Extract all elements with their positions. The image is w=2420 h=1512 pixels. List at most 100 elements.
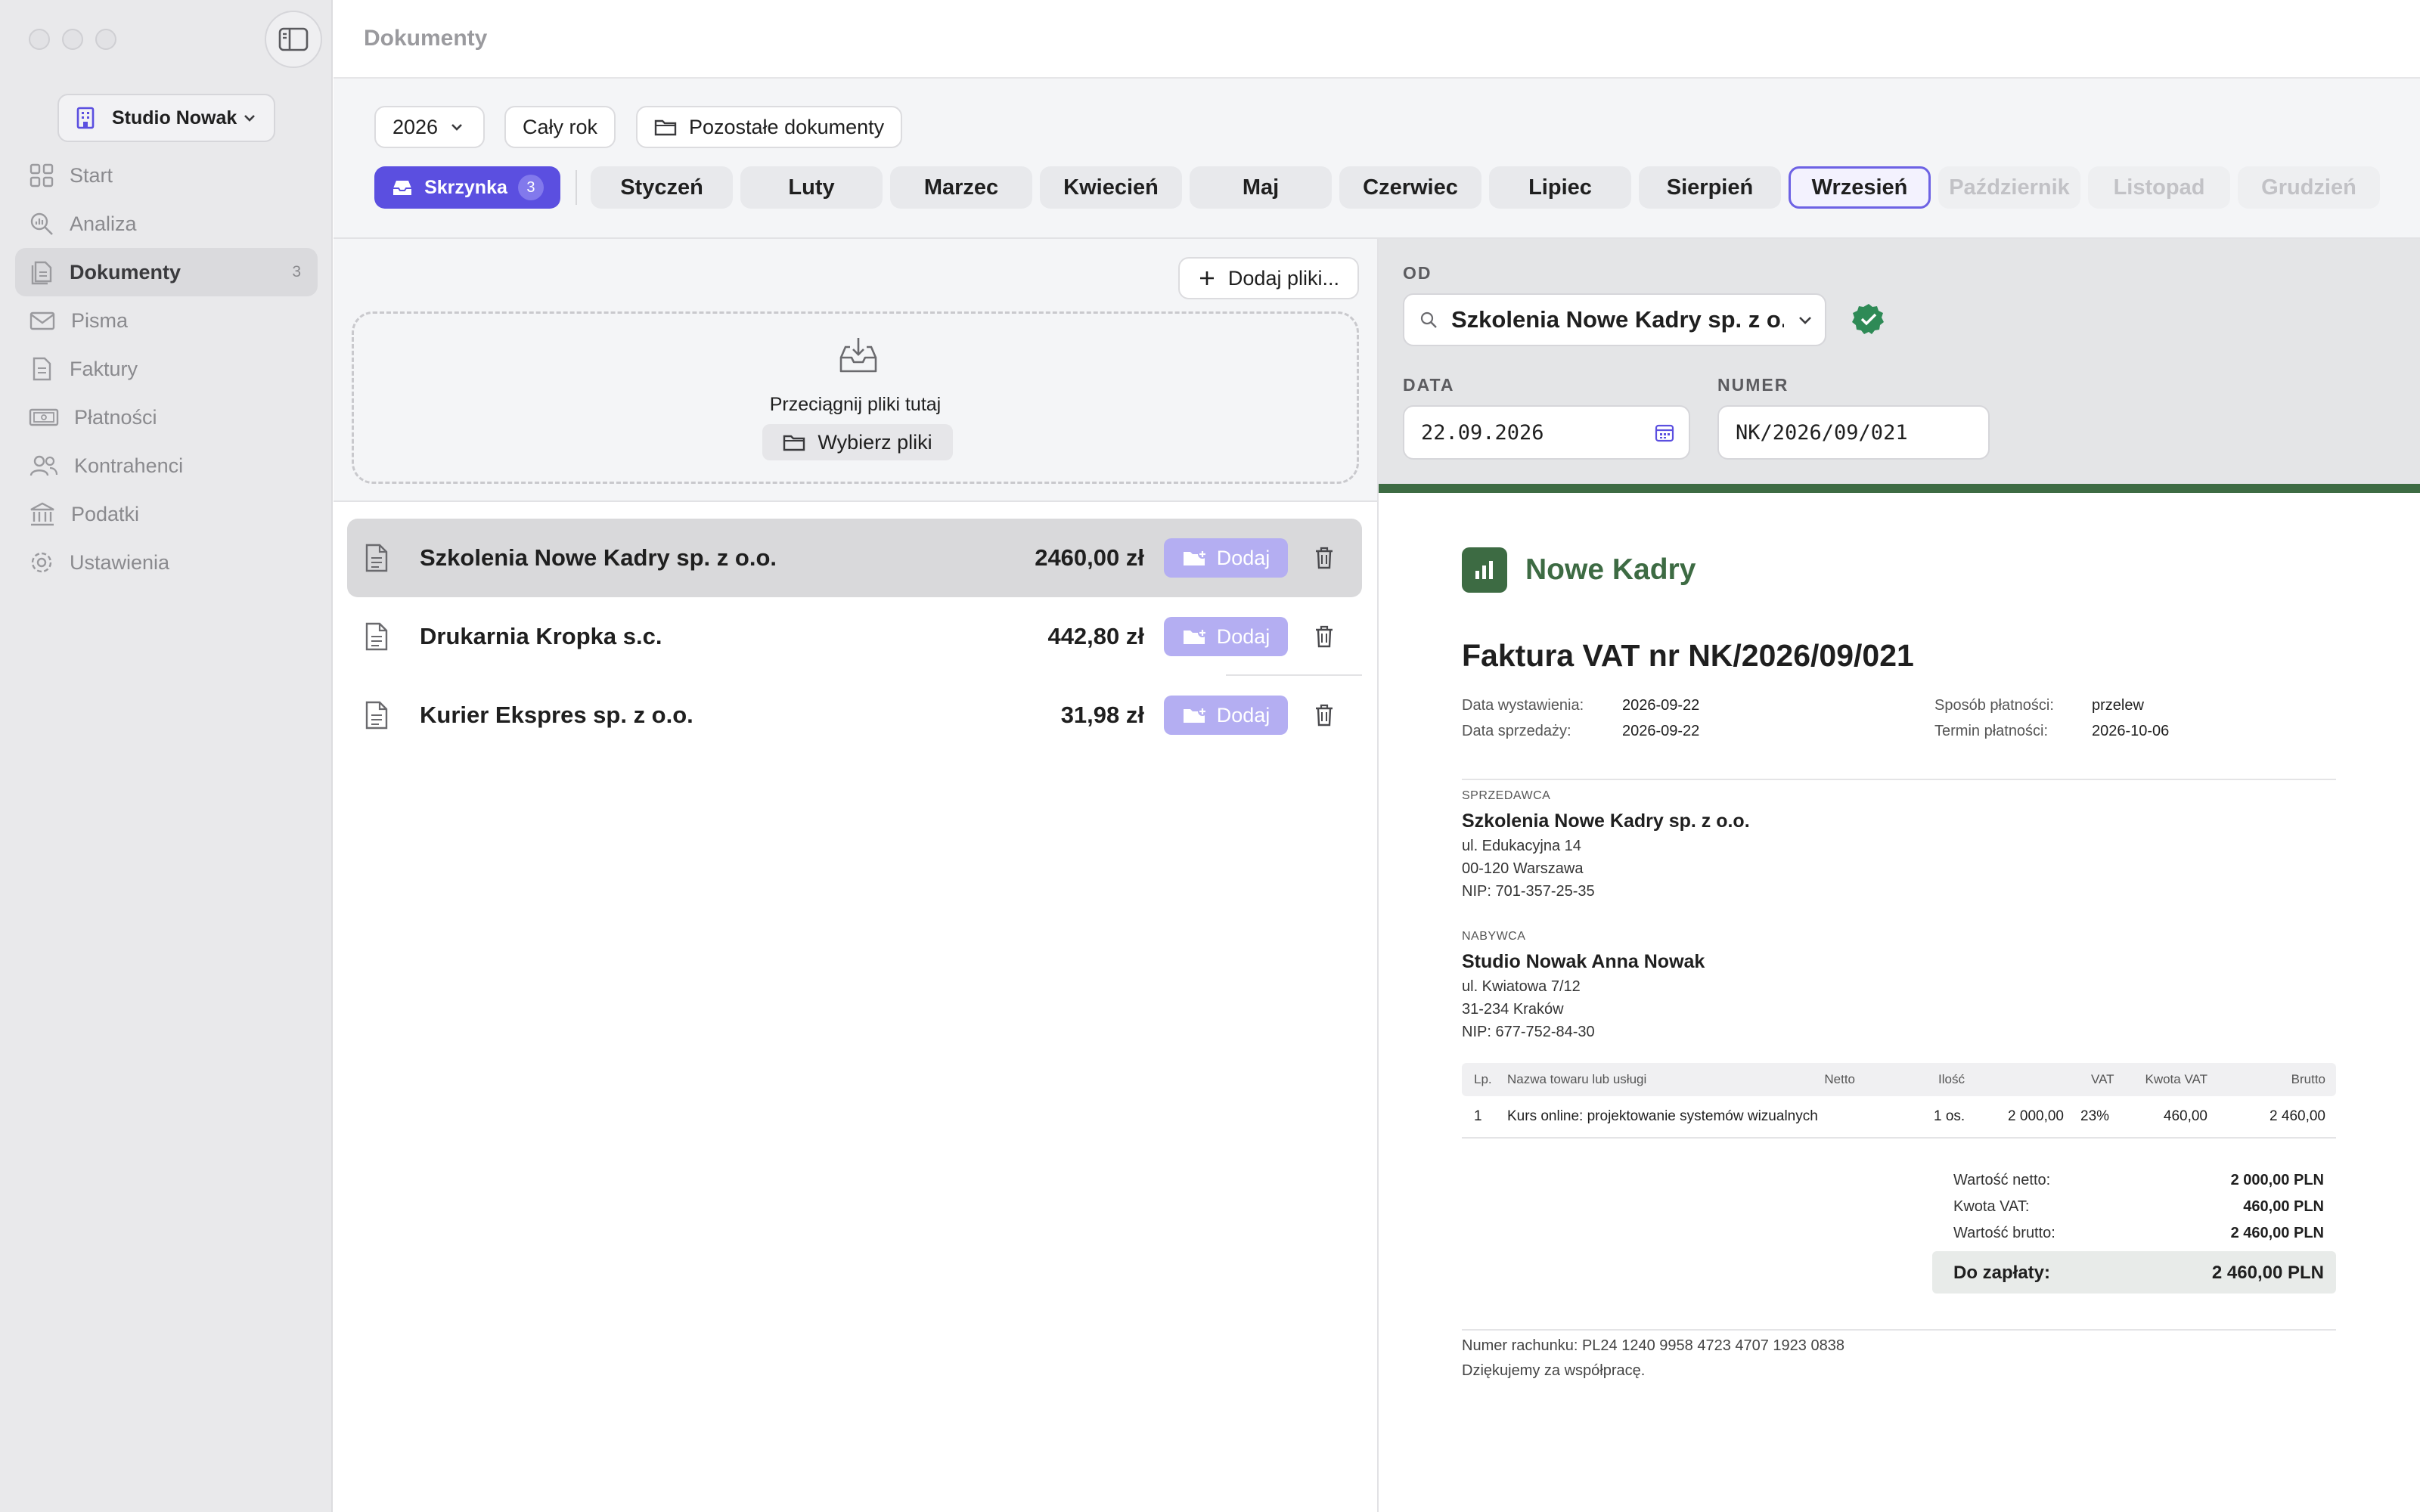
buyer-nip: NIP: 677-752-84-30 <box>1462 1024 1595 1040</box>
invoice-items-table: Lp. Nazwa towaru lub usługi Ilość Netto … <box>1462 1063 2336 1139</box>
sidebar-item-ustawienia[interactable]: Ustawienia <box>15 538 318 587</box>
number-label: NUMER <box>1717 375 1789 395</box>
zoom-window-button[interactable] <box>95 29 116 50</box>
issue-date-value: 2026-09-22 <box>1622 697 1700 714</box>
amount-due-value: 2 460,00 PLN <box>2211 1263 2324 1283</box>
tab-month-10: Październik <box>1938 166 2080 209</box>
vendor-value: Szkolenia Nowe Kadry sp. z o.o. <box>1451 306 1784 333</box>
folder-icon <box>654 119 677 136</box>
date-input[interactable]: 22.09.2026 <box>1403 405 1690 460</box>
tab-month-02[interactable]: Luty <box>740 166 883 209</box>
trash-icon[interactable] <box>1314 624 1335 649</box>
table-row: 1 Kurs online: projektowanie systemów wi… <box>1462 1096 2336 1139</box>
table-cell: 1 os. <box>1934 1108 1965 1124</box>
inbox-count-badge: 3 <box>517 175 544 200</box>
add-files-button[interactable]: Dodaj pliki... <box>1177 257 1359 299</box>
choose-files-button[interactable]: Wybierz pliki <box>762 424 953 460</box>
tab-month-01[interactable]: Styczeń <box>591 166 733 209</box>
document-row[interactable]: Szkolenia Nowe Kadry sp. z o.o. 2460,00 … <box>347 519 1362 597</box>
document-row[interactable]: Drukarnia Kropka s.c. 442,80 zł Dodaj <box>347 597 1362 676</box>
trash-icon[interactable] <box>1314 546 1335 570</box>
vat-total-line: Kwota VAT: 460,00 PLN <box>1932 1195 2336 1222</box>
folder-plus-icon <box>1183 628 1207 644</box>
document-amount: 442,80 zł <box>1047 623 1144 649</box>
choose-files-label: Wybierz pliki <box>818 430 932 454</box>
tab-month-07[interactable]: Lipiec <box>1489 166 1631 209</box>
sidebar-item-analiza[interactable]: Analiza <box>15 200 318 248</box>
other-documents-button[interactable]: Pozostałe dokumenty <box>636 106 903 148</box>
table-cell: 460,00 <box>2163 1108 2207 1124</box>
tab-month-03[interactable]: Marzec <box>890 166 1032 209</box>
seller-nip: NIP: 701-357-25-35 <box>1462 883 1595 900</box>
sidebar-item-start[interactable]: Start <box>15 151 318 200</box>
sidebar-item-dokumenty[interactable]: Dokumenty 3 <box>15 248 318 296</box>
number-input[interactable]: NK/2026/09/021 <box>1717 405 1990 460</box>
year-select[interactable]: 2026 <box>374 106 485 148</box>
gross-total-label: Wartość brutto: <box>1953 1225 2055 1241</box>
dropzone-text: Przeciągnij pliki tutaj <box>769 394 942 415</box>
add-document-label: Dodaj <box>1216 703 1270 727</box>
sidebar-item-faktury[interactable]: Faktury <box>15 345 318 393</box>
sidebar-item-label: Płatności <box>74 405 157 429</box>
calendar-icon[interactable] <box>1654 422 1675 443</box>
plus-icon <box>1199 271 1214 285</box>
document-name: Szkolenia Nowe Kadry sp. z o.o. <box>420 544 777 571</box>
buyer-name: Studio Nowak Anna Nowak <box>1462 951 1705 972</box>
seller-block: SPRZEDAWCA Szkolenia Nowe Kadry sp. z o.… <box>1462 785 1750 903</box>
sidebar: Studio Nowak Start Analiza Dokumenty 3 P… <box>0 0 333 1512</box>
page-title: Dokumenty <box>364 26 488 51</box>
brand-logo <box>1462 547 1507 593</box>
tab-month-12: Grudzień <box>2238 166 2380 209</box>
search-icon <box>1420 311 1437 328</box>
file-dropzone[interactable]: Przeciągnij pliki tutaj Wybierz pliki <box>352 311 1359 484</box>
seller-label: SPRZEDAWCA <box>1462 789 1551 802</box>
minimize-window-button[interactable] <box>62 29 83 50</box>
sidebar-toggle-button[interactable] <box>265 11 322 68</box>
tab-month-05[interactable]: Maj <box>1190 166 1332 209</box>
tab-month-06[interactable]: Czerwiec <box>1339 166 1481 209</box>
sidebar-item-label: Ustawienia <box>70 550 170 574</box>
folder-plus-icon <box>1183 550 1207 565</box>
sidebar-item-label: Dokumenty <box>70 260 182 284</box>
people-icon <box>29 455 58 476</box>
magnifier-chart-icon <box>30 212 53 235</box>
whole-year-button[interactable]: Cały rok <box>504 106 616 148</box>
add-document-button[interactable]: Dodaj <box>1164 696 1288 735</box>
due-date-value: 2026-10-06 <box>2092 723 2170 739</box>
other-documents-label: Pozostałe dokumenty <box>689 115 885 138</box>
table-header: Lp. Nazwa towaru lub usługi Ilość Netto … <box>1462 1063 2336 1096</box>
file-icon <box>365 622 388 651</box>
document-amount: 2460,00 zł <box>1035 544 1144 571</box>
seller-name: Szkolenia Nowe Kadry sp. z o.o. <box>1462 810 1750 832</box>
column-header: Ilość <box>1938 1072 1965 1086</box>
inbox-tray-icon <box>393 181 412 195</box>
net-total-label: Wartość netto: <box>1953 1172 2051 1188</box>
document-row[interactable]: Kurier Ekspres sp. z o.o. 31,98 zł Dodaj <box>347 676 1362 754</box>
tab-month-09[interactable]: Wrzesień <box>1789 166 1931 209</box>
sidebar-item-count: 3 <box>292 263 301 280</box>
sidebar-item-pisma[interactable]: Pisma <box>15 296 318 345</box>
organization-selector[interactable]: Studio Nowak <box>57 94 275 142</box>
banknote-icon <box>29 408 59 426</box>
document-form: OD Szkolenia Nowe Kadry sp. z o.o. DATA … <box>1379 239 2420 485</box>
tab-inbox[interactable]: Skrzynka 3 <box>374 166 560 209</box>
envelope-icon <box>29 311 55 330</box>
vat-total-label: Kwota VAT: <box>1953 1198 2030 1215</box>
trash-icon[interactable] <box>1314 703 1335 727</box>
sidebar-item-kontrahenci[interactable]: Kontrahenci <box>15 442 318 490</box>
add-document-button[interactable]: Dodaj <box>1164 617 1288 656</box>
file-icon <box>365 701 388 730</box>
bar-chart-icon <box>1475 561 1493 579</box>
sidebar-item-platnosci[interactable]: Płatności <box>15 393 318 442</box>
year-value: 2026 <box>392 115 439 138</box>
close-window-button[interactable] <box>29 29 50 50</box>
tab-month-08[interactable]: Sierpień <box>1639 166 1781 209</box>
tab-month-04[interactable]: Kwiecień <box>1040 166 1182 209</box>
sale-date-value: 2026-09-22 <box>1622 723 1700 739</box>
window-controls <box>29 29 116 50</box>
amount-due-box: Do zapłaty: 2 460,00 PLN <box>1932 1251 2336 1294</box>
sidebar-item-podatki[interactable]: Podatki <box>15 490 318 538</box>
vendor-select[interactable]: Szkolenia Nowe Kadry sp. z o.o. <box>1403 293 1826 346</box>
add-document-button[interactable]: Dodaj <box>1164 538 1288 578</box>
invoice-dates: Data wystawienia: 2026-09-22 Data sprzeda… <box>1462 692 1699 744</box>
